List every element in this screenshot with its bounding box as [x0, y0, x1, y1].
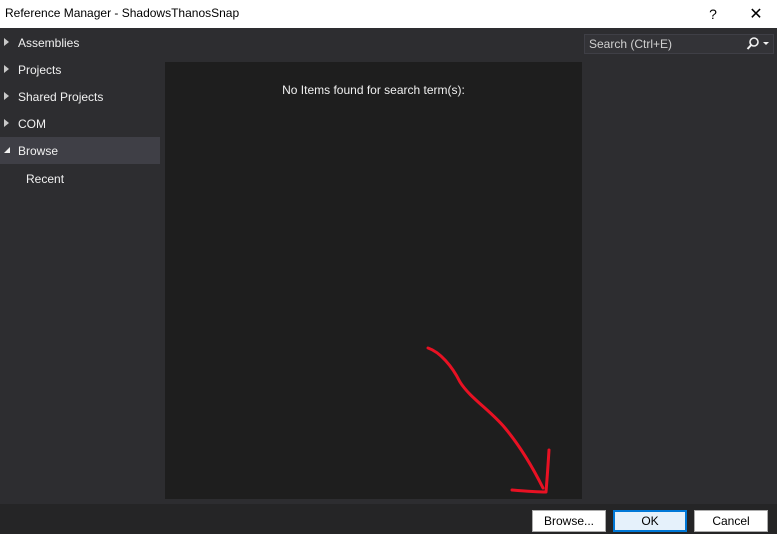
sidebar-item-label: Assemblies — [18, 35, 80, 50]
close-icon: ✕ — [749, 6, 763, 23]
dropdown-arrow-icon — [763, 42, 769, 45]
sidebar-item-browse[interactable]: Browse — [0, 137, 160, 164]
empty-results-message: No Items found for search term(s): — [282, 83, 465, 97]
sidebar-item-label: Recent — [26, 172, 65, 186]
search-input[interactable] — [585, 35, 735, 53]
chevron-right-icon — [4, 38, 9, 46]
help-button[interactable]: ? — [692, 0, 734, 28]
sidebar-item-com[interactable]: COM — [0, 110, 160, 137]
help-icon: ? — [709, 6, 717, 22]
search-button[interactable] — [745, 36, 773, 52]
chevron-right-icon — [4, 65, 9, 73]
chevron-right-icon — [4, 92, 9, 100]
chevron-down-icon — [4, 147, 10, 153]
sidebar-item-assemblies[interactable]: Assemblies — [0, 29, 160, 56]
results-panel: No Items found for search term(s): — [165, 62, 582, 499]
browse-button[interactable]: Browse... — [532, 510, 606, 532]
search-box — [584, 34, 774, 54]
window-title: Reference Manager - ShadowsThanosSnap — [5, 6, 240, 20]
sidebar-item-projects[interactable]: Projects — [0, 56, 160, 83]
sidebar-item-recent[interactable]: Recent — [0, 164, 160, 194]
sidebar-item-shared-projects[interactable]: Shared Projects — [0, 83, 160, 110]
ok-button[interactable]: OK — [613, 510, 687, 532]
sidebar-item-label: Projects — [18, 62, 62, 77]
sidebar-item-label: Browse — [18, 143, 59, 158]
close-button[interactable]: ✕ — [735, 0, 777, 28]
sidebar: Assemblies Projects Shared Projects COM … — [0, 29, 160, 194]
title-bar: Reference Manager - ShadowsThanosSnap ? … — [0, 0, 777, 28]
cancel-button[interactable]: Cancel — [694, 510, 768, 532]
sidebar-item-label: COM — [18, 116, 46, 131]
sidebar-item-label: Shared Projects — [18, 89, 104, 104]
search-icon — [746, 37, 769, 50]
chevron-right-icon — [4, 119, 9, 127]
